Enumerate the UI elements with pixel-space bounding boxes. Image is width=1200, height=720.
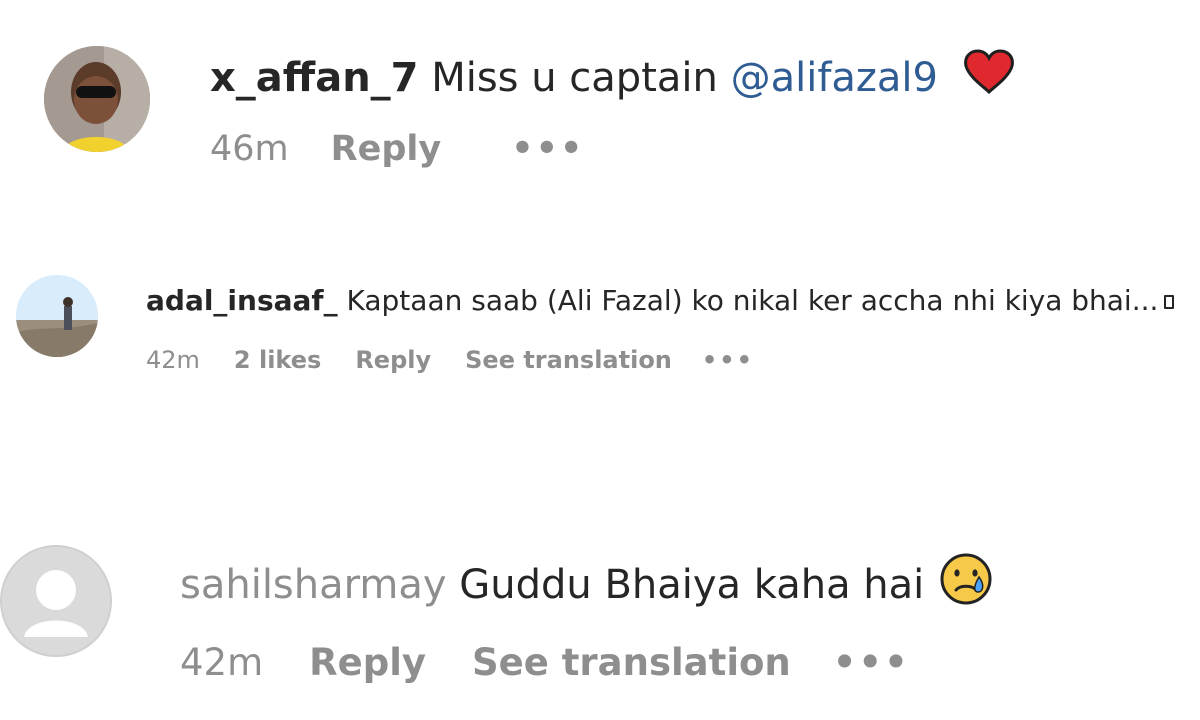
comment-time: 46m bbox=[210, 128, 289, 169]
avatar[interactable] bbox=[44, 46, 150, 152]
mention-link[interactable]: @alifazal9 bbox=[731, 55, 938, 101]
more-options-icon[interactable]: ••• bbox=[702, 344, 754, 376]
missing-glyph-icon bbox=[1164, 295, 1175, 309]
see-translation-button[interactable]: See translation bbox=[472, 640, 791, 686]
heart-icon bbox=[963, 48, 1015, 112]
comment-time: 42m bbox=[180, 641, 264, 684]
comment-adal-insaaf: adal_insaaf_ Kaptaan saab (Ali Fazal) ko… bbox=[0, 250, 1200, 450]
comment-text: Guddu Bhaiya kaha hai bbox=[446, 562, 925, 608]
reply-button[interactable]: Reply bbox=[309, 640, 426, 686]
crying-face-icon bbox=[939, 552, 993, 622]
more-options-icon[interactable]: ••• bbox=[833, 640, 910, 686]
comment-text: Kaptaan saab (Ali Fazal) ko nikal ker ac… bbox=[337, 284, 1159, 317]
comment-username[interactable]: x_affan_7 bbox=[210, 55, 419, 101]
reply-button[interactable]: Reply bbox=[331, 128, 442, 170]
more-options-icon[interactable]: ••• bbox=[511, 128, 584, 170]
comment-text: Miss u captain bbox=[418, 55, 731, 101]
avatar[interactable] bbox=[0, 545, 112, 657]
comment-x-affan-7: x_affan_7 Miss u captain @alifazal9 46m … bbox=[0, 0, 1200, 210]
reply-button[interactable]: Reply bbox=[355, 344, 431, 376]
comment-username[interactable]: sahilsharmay bbox=[180, 562, 447, 608]
comment-username[interactable]: adal_insaaf_ bbox=[146, 284, 338, 317]
comment-sahilsharmay: sahilsharmay Guddu Bhaiya kaha hai 42m R… bbox=[0, 500, 1200, 720]
avatar[interactable] bbox=[16, 275, 98, 357]
comment-time: 42m bbox=[146, 346, 200, 374]
likes-count[interactable]: 2 likes bbox=[234, 344, 321, 376]
see-translation-button[interactable]: See translation bbox=[465, 344, 672, 376]
